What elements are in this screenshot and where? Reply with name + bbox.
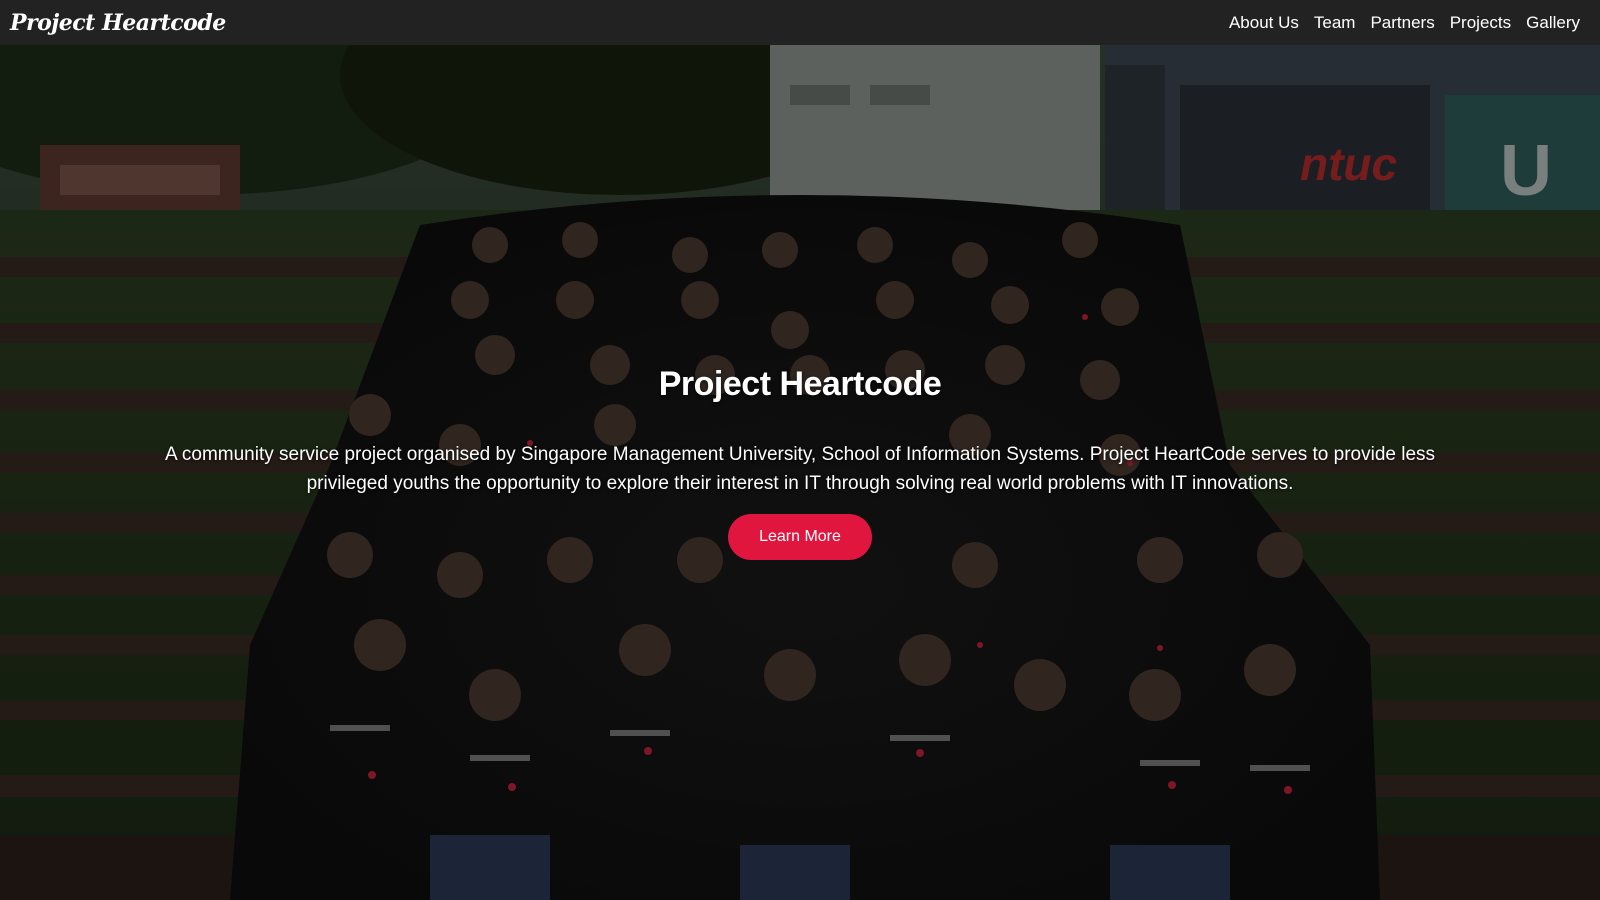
hero-description: A community service project organised by… — [164, 444, 1436, 494]
learn-more-button[interactable]: Learn More — [728, 514, 872, 560]
hero-section: ntuc U Project Heartcode A community ser… — [0, 45, 1600, 900]
nav-link-partners[interactable]: Partners — [1370, 13, 1434, 33]
nav-link-team[interactable]: Team — [1314, 13, 1356, 33]
navbar: Project Heartcode About Us Team Partners… — [0, 0, 1600, 45]
brand-logo[interactable]: Project Heartcode — [10, 10, 226, 36]
nav-link-projects[interactable]: Projects — [1450, 13, 1511, 33]
hero-title: Project Heartcode — [658, 365, 942, 403]
nav-links: About Us Team Partners Projects Gallery — [1229, 13, 1580, 33]
hero-content: Project Heartcode A community service pr… — [0, 365, 1600, 560]
nav-link-about-us[interactable]: About Us — [1229, 13, 1299, 33]
nav-link-gallery[interactable]: Gallery — [1526, 13, 1580, 33]
